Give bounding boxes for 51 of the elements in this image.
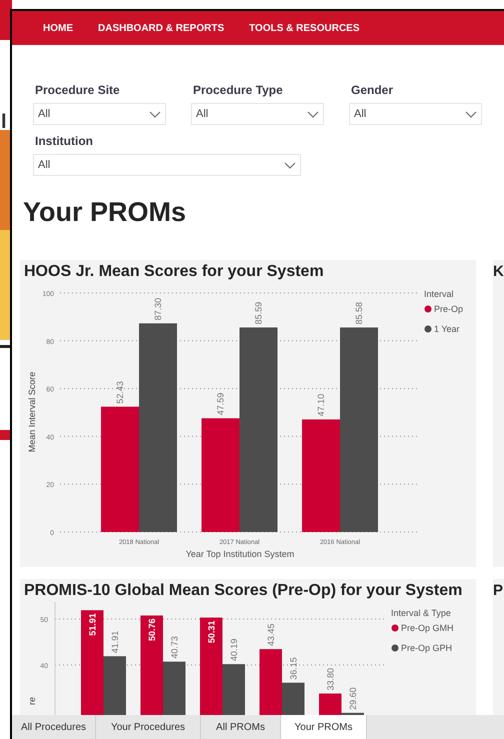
filter-label: Institution [35,133,94,150]
data-label: 43.45 [266,624,276,646]
legend-label: 1 Year [434,324,460,334]
axis-title: re [27,697,37,705]
legend-dot-icon [424,306,432,312]
legend-dot-icon [392,624,398,632]
chart-title: PROMIS-10 Global Mean Scores (Pre-Op) for your System [23,581,464,601]
legend-label: Pre-Op GMH [401,623,454,633]
legend-title: Interval & Type [391,608,451,618]
chart-title: P [493,581,504,601]
legend-dot-icon [392,644,398,652]
chevron-down-icon [149,110,161,118]
filter-label: Procedure Site [35,82,121,99]
nav-link[interactable]: HOME [43,20,73,36]
chart-title: K [493,262,504,282]
data-label: 40.19 [228,638,239,662]
chevron-down-icon [307,110,319,118]
dropdown[interactable]: All [33,103,166,125]
nav-link[interactable]: TOOLS & RESOURCES [249,20,360,36]
axis-title: Year Top Institution System [186,549,294,559]
data-label: 47.10 [316,394,326,416]
legend-title: Interval [424,289,454,299]
data-label: 51.91 [87,613,98,636]
dropdown[interactable]: All [33,154,301,176]
legend-label: Pre-Op GPH [401,643,452,653]
tab[interactable]: Your PROMs [281,715,367,739]
filter-label: Gender [351,82,394,99]
page-title: Your PROMs [23,196,188,229]
data-label: 36.15 [288,657,298,680]
data-label: 85.58 [354,302,364,324]
data-label: 52.43 [115,381,125,404]
dropdown[interactable]: All [191,103,324,125]
data-label: 40.73 [169,636,180,659]
data-label: 50.76 [146,618,157,642]
legend-dot-icon [424,326,432,332]
data-label: 87.30 [153,298,163,320]
data-label: 47.59 [216,392,226,416]
dropdown[interactable]: All [349,103,482,125]
legend-label: Pre-Op [434,304,464,314]
nav-link[interactable]: DASHBOARD & REPORTS [98,20,224,36]
data-label: 33.80 [325,668,336,691]
filter-label: Procedure Type [193,82,284,99]
data-label: 29.60 [348,687,358,710]
chevron-down-icon [284,162,296,168]
chevron-down-icon [465,110,477,118]
data-label: 50.31 [206,620,216,644]
axis-title: Mean Interval Score [27,372,37,452]
chart-title: HOOS Jr. Mean Scores for your System [23,262,325,282]
background-text: l [1,112,7,132]
data-label: 41.91 [110,630,120,654]
data-label: 85.59 [254,302,264,324]
